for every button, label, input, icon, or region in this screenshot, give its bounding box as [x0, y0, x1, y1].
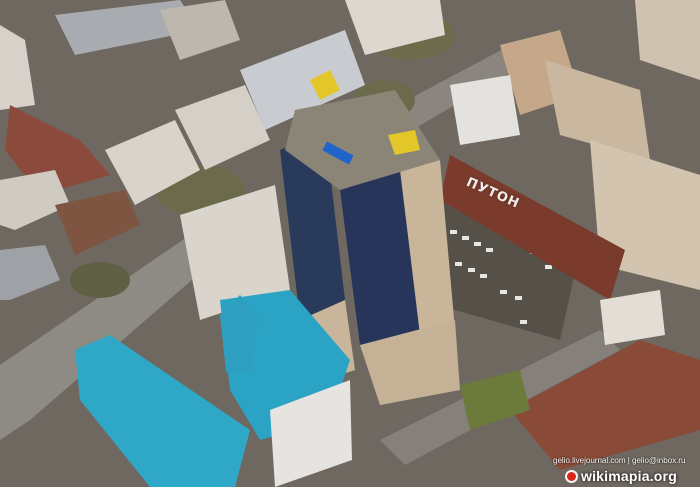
photo-credit: gelio.livejournal.com | gelio@inbox.ru — [553, 456, 686, 465]
wikimapia-logo-icon — [565, 469, 578, 483]
aerial-photo — [0, 0, 700, 487]
building-white-topright — [450, 75, 520, 145]
wikimapia-watermark: wikimapia.org — [565, 467, 697, 485]
watermark-label: wikimapia.org — [581, 468, 677, 484]
trees-bottom-left — [70, 262, 130, 298]
